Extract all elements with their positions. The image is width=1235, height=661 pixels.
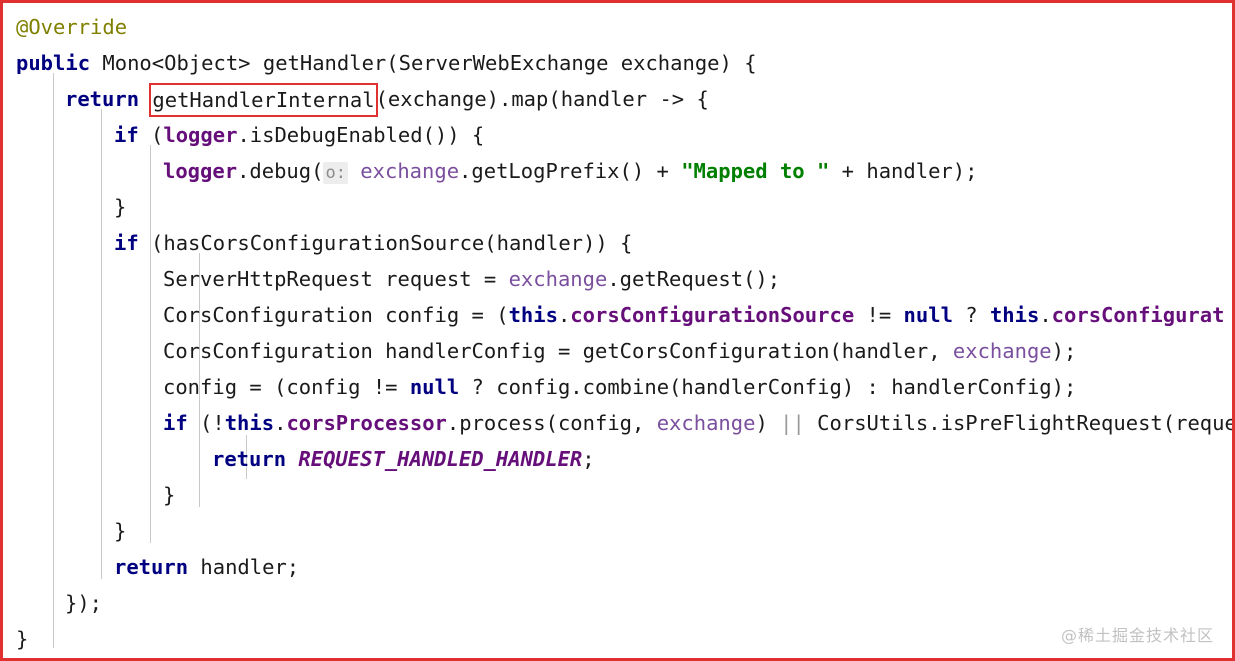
code-token: ( bbox=[138, 123, 164, 147]
code-token: CorsConfiguration config = ( bbox=[163, 303, 509, 327]
code-line[interactable]: logger.debug(o: exchange.getLogPrefix() … bbox=[3, 153, 1232, 189]
code-line[interactable]: ServerHttpRequest request = exchange.get… bbox=[3, 261, 1232, 297]
code-token: || bbox=[780, 411, 805, 435]
code-token: } bbox=[16, 627, 29, 651]
code-line[interactable]: @Override bbox=[3, 9, 1232, 45]
code-token: ? bbox=[952, 303, 990, 327]
string-literal: "Mapped to " bbox=[681, 159, 830, 183]
code-token: ServerHttpRequest request = bbox=[163, 267, 509, 291]
code-token: } bbox=[114, 519, 127, 543]
code-editor-area[interactable]: @Override public Mono<Object> getHandler(… bbox=[3, 3, 1232, 658]
code-line[interactable]: config = (config != null ? config.combin… bbox=[3, 369, 1232, 405]
code-token: (hasCorsConfigurationSource(handler)) { bbox=[138, 231, 633, 255]
keyword-token: if bbox=[163, 411, 188, 435]
code-token: REQUEST_HANDLED_HANDLER bbox=[298, 447, 583, 471]
code-line[interactable]: CorsConfiguration handlerConfig = getCor… bbox=[3, 333, 1232, 369]
code-token: corsConfigurat bbox=[1051, 303, 1225, 327]
code-line[interactable]: } bbox=[3, 621, 1232, 657]
code-token: }); bbox=[65, 591, 103, 615]
code-token: logger bbox=[163, 123, 238, 147]
code-token: } bbox=[114, 195, 127, 219]
code-token: (! bbox=[187, 411, 225, 435]
code-line[interactable]: return getHandlerInternal(exchange).map(… bbox=[3, 81, 1232, 117]
code-token: logger bbox=[163, 159, 238, 183]
keyword-token: null bbox=[903, 303, 953, 327]
code-line[interactable]: if (hasCorsConfigurationSource(handler))… bbox=[3, 225, 1232, 261]
code-token: ; bbox=[582, 447, 595, 471]
code-token: .process(config, bbox=[446, 411, 657, 435]
keyword-token: this bbox=[224, 411, 275, 435]
code-token: config = (config != bbox=[163, 375, 410, 399]
code-token: ); bbox=[1051, 339, 1077, 363]
code-token: . bbox=[557, 303, 571, 327]
code-token: .isDebugEnabled()) { bbox=[237, 123, 485, 147]
code-token: } bbox=[163, 483, 176, 507]
keyword-token: return bbox=[114, 555, 189, 579]
code-lines[interactable]: @Override public Mono<Object> getHandler(… bbox=[3, 9, 1232, 657]
code-token: exchange bbox=[508, 267, 608, 291]
parameter-hint: o: bbox=[323, 162, 348, 184]
code-token: corsProcessor bbox=[286, 411, 447, 435]
annotation-token: @Override bbox=[16, 15, 128, 39]
keyword-token: this bbox=[508, 303, 558, 327]
code-line[interactable]: public Mono<Object> getHandler(ServerWeb… bbox=[3, 45, 1232, 81]
code-token: .getLogPrefix() + bbox=[459, 159, 682, 183]
code-token: + handler); bbox=[829, 159, 978, 183]
keyword-token: return bbox=[212, 447, 287, 471]
code-token: CorsConfiguration handlerConfig = getCor… bbox=[163, 339, 953, 363]
highlight-box: getHandlerInternal bbox=[149, 83, 378, 117]
code-line[interactable]: return REQUEST_HANDLED_HANDLER; bbox=[3, 441, 1232, 477]
code-token: != bbox=[854, 303, 904, 327]
code-token: . bbox=[1039, 303, 1052, 327]
code-token: CorsUtils.isPreFlightRequest(reques bbox=[804, 411, 1232, 435]
keyword-token: public bbox=[16, 51, 91, 75]
keyword-token: null bbox=[409, 375, 460, 399]
code-line[interactable]: return handler; bbox=[3, 549, 1232, 585]
keyword-token: if bbox=[114, 123, 139, 147]
code-line[interactable]: } bbox=[3, 513, 1232, 549]
keyword-token: if bbox=[114, 231, 139, 255]
code-token: (exchange).map(handler -> { bbox=[375, 87, 709, 111]
keyword-token: this bbox=[989, 303, 1040, 327]
watermark-label: @稀土掘金技术社区 bbox=[1060, 626, 1214, 645]
code-token: .debug( bbox=[237, 159, 324, 183]
code-token: ) bbox=[755, 411, 781, 435]
code-token: handler; bbox=[188, 555, 300, 579]
code-screenshot: @Override public Mono<Object> getHandler(… bbox=[0, 0, 1235, 661]
code-token: .getRequest(); bbox=[607, 267, 781, 291]
code-token: Mono<Object> getHandler(ServerWebExchang… bbox=[90, 51, 757, 75]
code-token: ? config.combine(handlerConfig) : handle… bbox=[459, 375, 1077, 399]
code-token: exchange bbox=[360, 159, 460, 183]
code-line[interactable]: } bbox=[3, 477, 1232, 513]
code-token: . bbox=[274, 411, 287, 435]
code-token: exchange bbox=[656, 411, 756, 435]
code-line[interactable]: CorsConfiguration config = (this.corsCon… bbox=[3, 297, 1232, 333]
code-token: exchange bbox=[952, 339, 1052, 363]
code-line[interactable]: }); bbox=[3, 585, 1232, 621]
code-token: corsConfigurationSource bbox=[570, 303, 855, 327]
code-line[interactable]: if (logger.isDebugEnabled()) { bbox=[3, 117, 1232, 153]
code-line[interactable]: if (!this.corsProcessor.process(config, … bbox=[3, 405, 1232, 441]
code-token: getHandlerInternal bbox=[152, 88, 375, 112]
keyword-token: return bbox=[65, 87, 140, 111]
code-line[interactable]: } bbox=[3, 189, 1232, 225]
